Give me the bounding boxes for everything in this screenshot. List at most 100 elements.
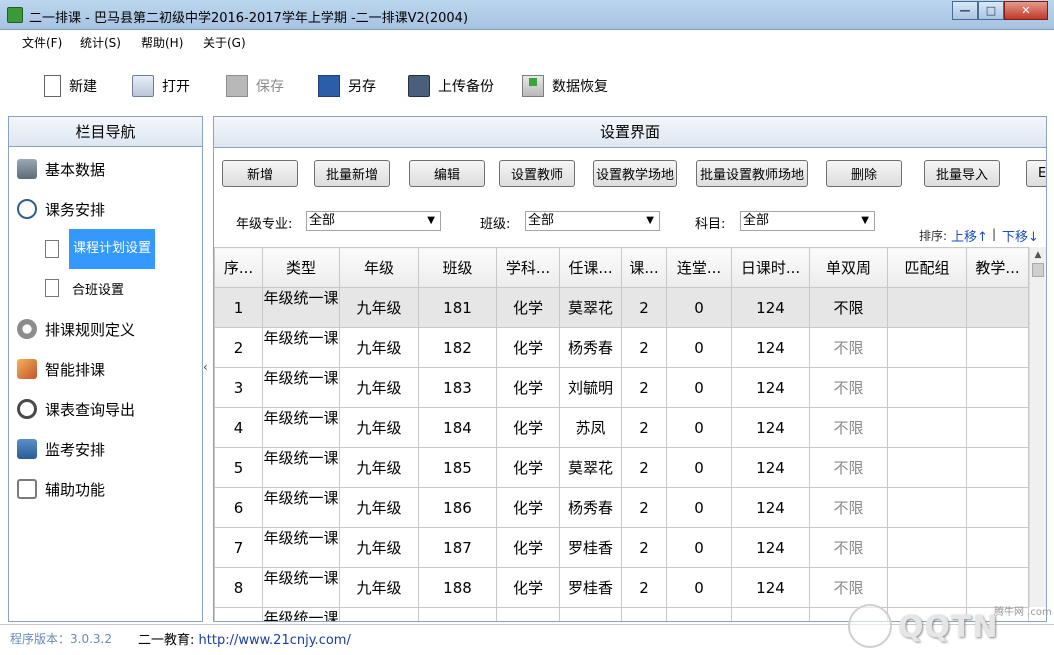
cell-lessons[interactable]: 2 [621, 447, 667, 488]
cell-daily[interactable] [731, 607, 810, 621]
table-row[interactable]: 7 年级统一课 九年级 187 化学 罗桂香 2 0 124 不限 [214, 527, 1029, 568]
cell-subject[interactable]: 化学 [496, 487, 560, 528]
table-row[interactable]: 3 年级统一课 九年级 183 化学 刘毓明 2 0 124 不限 [214, 367, 1029, 408]
sidebar-item-timetable-export[interactable]: 课表查询导出 [17, 397, 135, 421]
cell-no[interactable]: 5 [214, 447, 263, 488]
cell-cls[interactable]: 188 [418, 567, 497, 608]
column-header[interactable]: 年级 [339, 247, 419, 288]
cell-teacher[interactable]: 刘毓明 [559, 367, 622, 408]
sidebar-item-auxiliary[interactable]: 辅助功能 [17, 477, 105, 501]
cell-teacher[interactable]: 罗桂香 [559, 567, 622, 608]
add-button[interactable]: 新增 [222, 160, 298, 187]
cell-subject[interactable]: 化学 [496, 367, 560, 408]
cell-daily[interactable]: 124 [731, 407, 810, 448]
cell-group[interactable] [887, 327, 967, 368]
cell-place[interactable] [966, 287, 1029, 328]
cell-cls[interactable]: 183 [418, 367, 497, 408]
cell-consec[interactable]: 0 [666, 487, 732, 528]
cell-lessons[interactable]: 2 [621, 367, 667, 408]
cell-no[interactable]: 8 [214, 567, 263, 608]
export-button[interactable]: Ex [1026, 160, 1046, 187]
cell-cls[interactable] [418, 607, 497, 621]
cell-lessons[interactable]: 2 [621, 407, 667, 448]
cell-grade[interactable]: 九年级 [339, 447, 419, 488]
cell-group[interactable] [887, 447, 967, 488]
cell-daily[interactable]: 124 [731, 567, 810, 608]
batch-import-button[interactable]: 批量导入 [924, 160, 1000, 187]
cell-type[interactable]: 年级统一课 [262, 447, 340, 488]
table-row[interactable]: 1 年级统一课 九年级 181 化学 莫翠花 2 0 124 不限 [214, 287, 1029, 328]
column-header[interactable]: 教学... [966, 247, 1029, 288]
cell-place[interactable] [966, 327, 1029, 368]
cell-type[interactable]: 年级统一课 [262, 567, 340, 608]
cell-place[interactable] [966, 407, 1029, 448]
cell-consec[interactable]: 0 [666, 407, 732, 448]
cell-no[interactable]: 7 [214, 527, 263, 568]
cell-type[interactable]: 年级统一课 [262, 487, 340, 528]
column-header[interactable]: 日课时... [731, 247, 810, 288]
cell-subject[interactable]: 化学 [496, 407, 560, 448]
panel-splitter[interactable]: ‹ [203, 116, 212, 622]
cell-grade[interactable]: 九年级 [339, 567, 419, 608]
scroll-up-icon[interactable]: ▲ [1030, 247, 1046, 263]
close-button[interactable]: ✕ [1004, 1, 1048, 20]
cell-consec[interactable]: 0 [666, 527, 732, 568]
cell-place[interactable] [966, 487, 1029, 528]
cell-type[interactable]: 年级统一课 [262, 287, 340, 328]
cell-daily[interactable]: 124 [731, 527, 810, 568]
cell-group[interactable] [887, 487, 967, 528]
cell-teacher[interactable] [559, 607, 622, 621]
cell-daily[interactable]: 124 [731, 367, 810, 408]
column-header[interactable]: 课... [621, 247, 667, 288]
cell-group[interactable] [887, 287, 967, 328]
open-button[interactable]: 打开 [132, 74, 190, 98]
cell-no[interactable]: 2 [214, 327, 263, 368]
cell-no[interactable]: 1 [214, 287, 263, 328]
cell-grade[interactable]: 九年级 [339, 487, 419, 528]
save-button[interactable]: 保存 [226, 74, 284, 98]
cell-type[interactable]: 年级统一课 [262, 527, 340, 568]
cell-lessons[interactable]: 2 [621, 487, 667, 528]
cell-subject[interactable]: 化学 [496, 287, 560, 328]
cell-teacher[interactable]: 莫翠花 [559, 447, 622, 488]
cell-daily[interactable]: 124 [731, 287, 810, 328]
column-header[interactable]: 单双周 [809, 247, 888, 288]
upload-backup-button[interactable]: 上传备份 [408, 74, 494, 98]
cell-week[interactable]: 不限 [809, 487, 888, 528]
column-header[interactable]: 类型 [262, 247, 340, 288]
cell-cls[interactable]: 187 [418, 527, 497, 568]
cell-no[interactable]: 4 [214, 407, 263, 448]
sidebar-item-rules[interactable]: 排课规则定义 [17, 317, 135, 341]
cell-cls[interactable]: 185 [418, 447, 497, 488]
cell-lessons[interactable]: 2 [621, 327, 667, 368]
cell-group[interactable] [887, 367, 967, 408]
cell-subject[interactable]: 化学 [496, 447, 560, 488]
batch-set-teacher-venue-button[interactable]: 批量设置教师场地 [696, 160, 808, 187]
cell-teacher[interactable]: 杨秀春 [559, 327, 622, 368]
cell-place[interactable] [966, 447, 1029, 488]
sidebar-subitem-course-plan[interactable]: 课程计划设置 [45, 229, 156, 269]
class-filter-select[interactable]: 全部 ▼ [525, 211, 660, 231]
cell-group[interactable] [887, 407, 967, 448]
table-row[interactable]: 2 年级统一课 九年级 182 化学 杨秀春 2 0 124 不限 [214, 327, 1029, 368]
cell-week[interactable]: 不限 [809, 367, 888, 408]
set-teacher-button[interactable]: 设置教师 [499, 160, 575, 187]
grade-filter-select[interactable]: 全部 ▼ [306, 211, 441, 231]
menu-stats[interactable]: 统计(S) [80, 34, 121, 51]
cell-consec[interactable]: 0 [666, 447, 732, 488]
save-as-button[interactable]: 另存 [318, 74, 376, 98]
cell-subject[interactable]: 化学 [496, 327, 560, 368]
cell-consec[interactable]: 0 [666, 367, 732, 408]
cell-week[interactable]: 不限 [809, 327, 888, 368]
cell-daily[interactable]: 124 [731, 487, 810, 528]
edit-button[interactable]: 编辑 [409, 160, 485, 187]
cell-subject[interactable]: 化学 [496, 527, 560, 568]
column-header[interactable]: 学科... [496, 247, 560, 288]
delete-button[interactable]: 删除 [826, 160, 902, 187]
column-header[interactable]: 匹配组 [887, 247, 967, 288]
data-restore-button[interactable]: 数据恢复 [522, 74, 608, 98]
cell-place[interactable] [966, 367, 1029, 408]
sidebar-subitem-merge-class[interactable]: 合班设置 [45, 268, 127, 308]
cell-lessons[interactable]: 2 [621, 527, 667, 568]
cell-grade[interactable]: 九年级 [339, 327, 419, 368]
